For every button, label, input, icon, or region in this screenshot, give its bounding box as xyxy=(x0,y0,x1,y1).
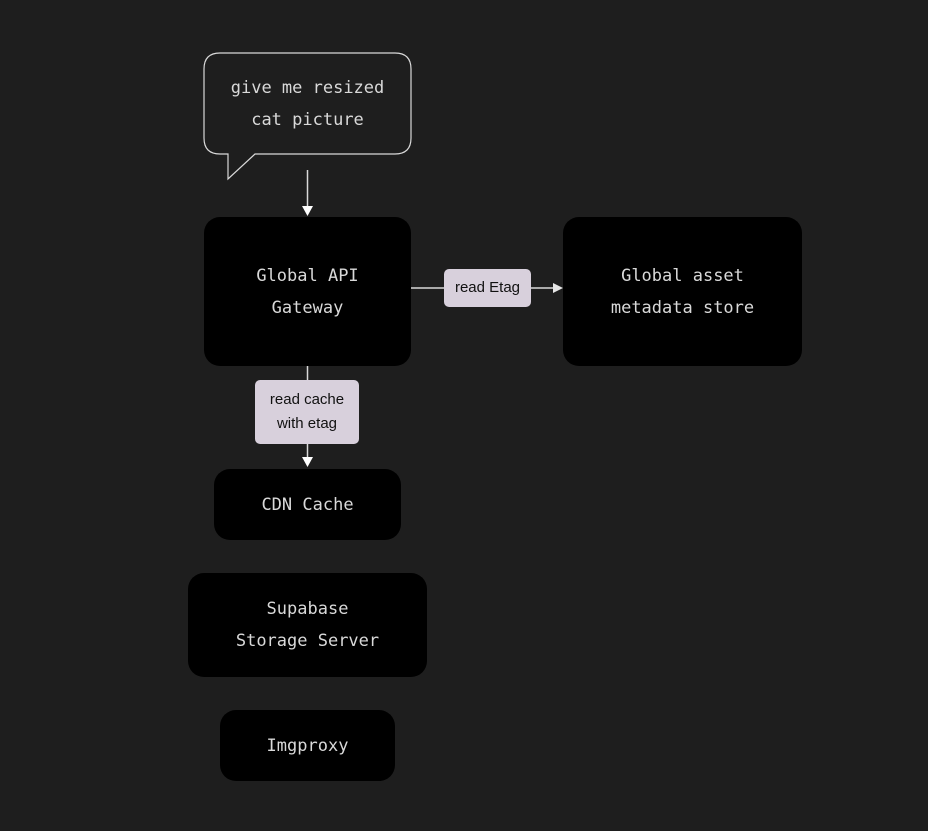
node-imgproxy[interactable]: Imgproxy xyxy=(220,710,395,781)
speech-bubble: give me resized cat picture xyxy=(204,54,411,153)
edge-read-cache-arrowhead xyxy=(302,457,313,467)
edge-label-text: with etag xyxy=(276,415,338,432)
edge-label-text: read Etag xyxy=(454,279,521,296)
node-label: Gateway xyxy=(271,297,344,318)
node-label: Supabase xyxy=(266,599,349,619)
node-supabase-storage-server[interactable]: Supabase Storage Server xyxy=(188,573,427,677)
node-label: Global asset xyxy=(621,265,744,286)
edge-read-etag-arrowhead xyxy=(553,283,563,293)
node-label: CDN Cache xyxy=(261,494,354,515)
diagram-canvas xyxy=(203,52,563,467)
node-label: metadata store xyxy=(610,297,755,318)
node-cdn-cache[interactable]: CDN Cache xyxy=(214,469,401,540)
node-label: Imgproxy xyxy=(266,735,349,756)
speech-bubble-line: cat picture xyxy=(251,109,364,130)
edge-request-arrowhead xyxy=(302,206,313,216)
node-label: Global API xyxy=(256,265,359,286)
node-global-asset-metadata-store[interactable]: Global asset metadata store xyxy=(563,217,802,366)
edge-label-text: read cache xyxy=(269,391,345,408)
edge-label-read-etag[interactable]: read Etag xyxy=(444,269,531,307)
speech-bubble-line: give me resized xyxy=(230,77,385,98)
node-global-api-gateway[interactable]: Global API Gateway xyxy=(204,217,411,366)
node-label: Storage Server xyxy=(235,631,380,651)
edge-label-read-cache[interactable]: read cache with etag xyxy=(255,380,359,444)
